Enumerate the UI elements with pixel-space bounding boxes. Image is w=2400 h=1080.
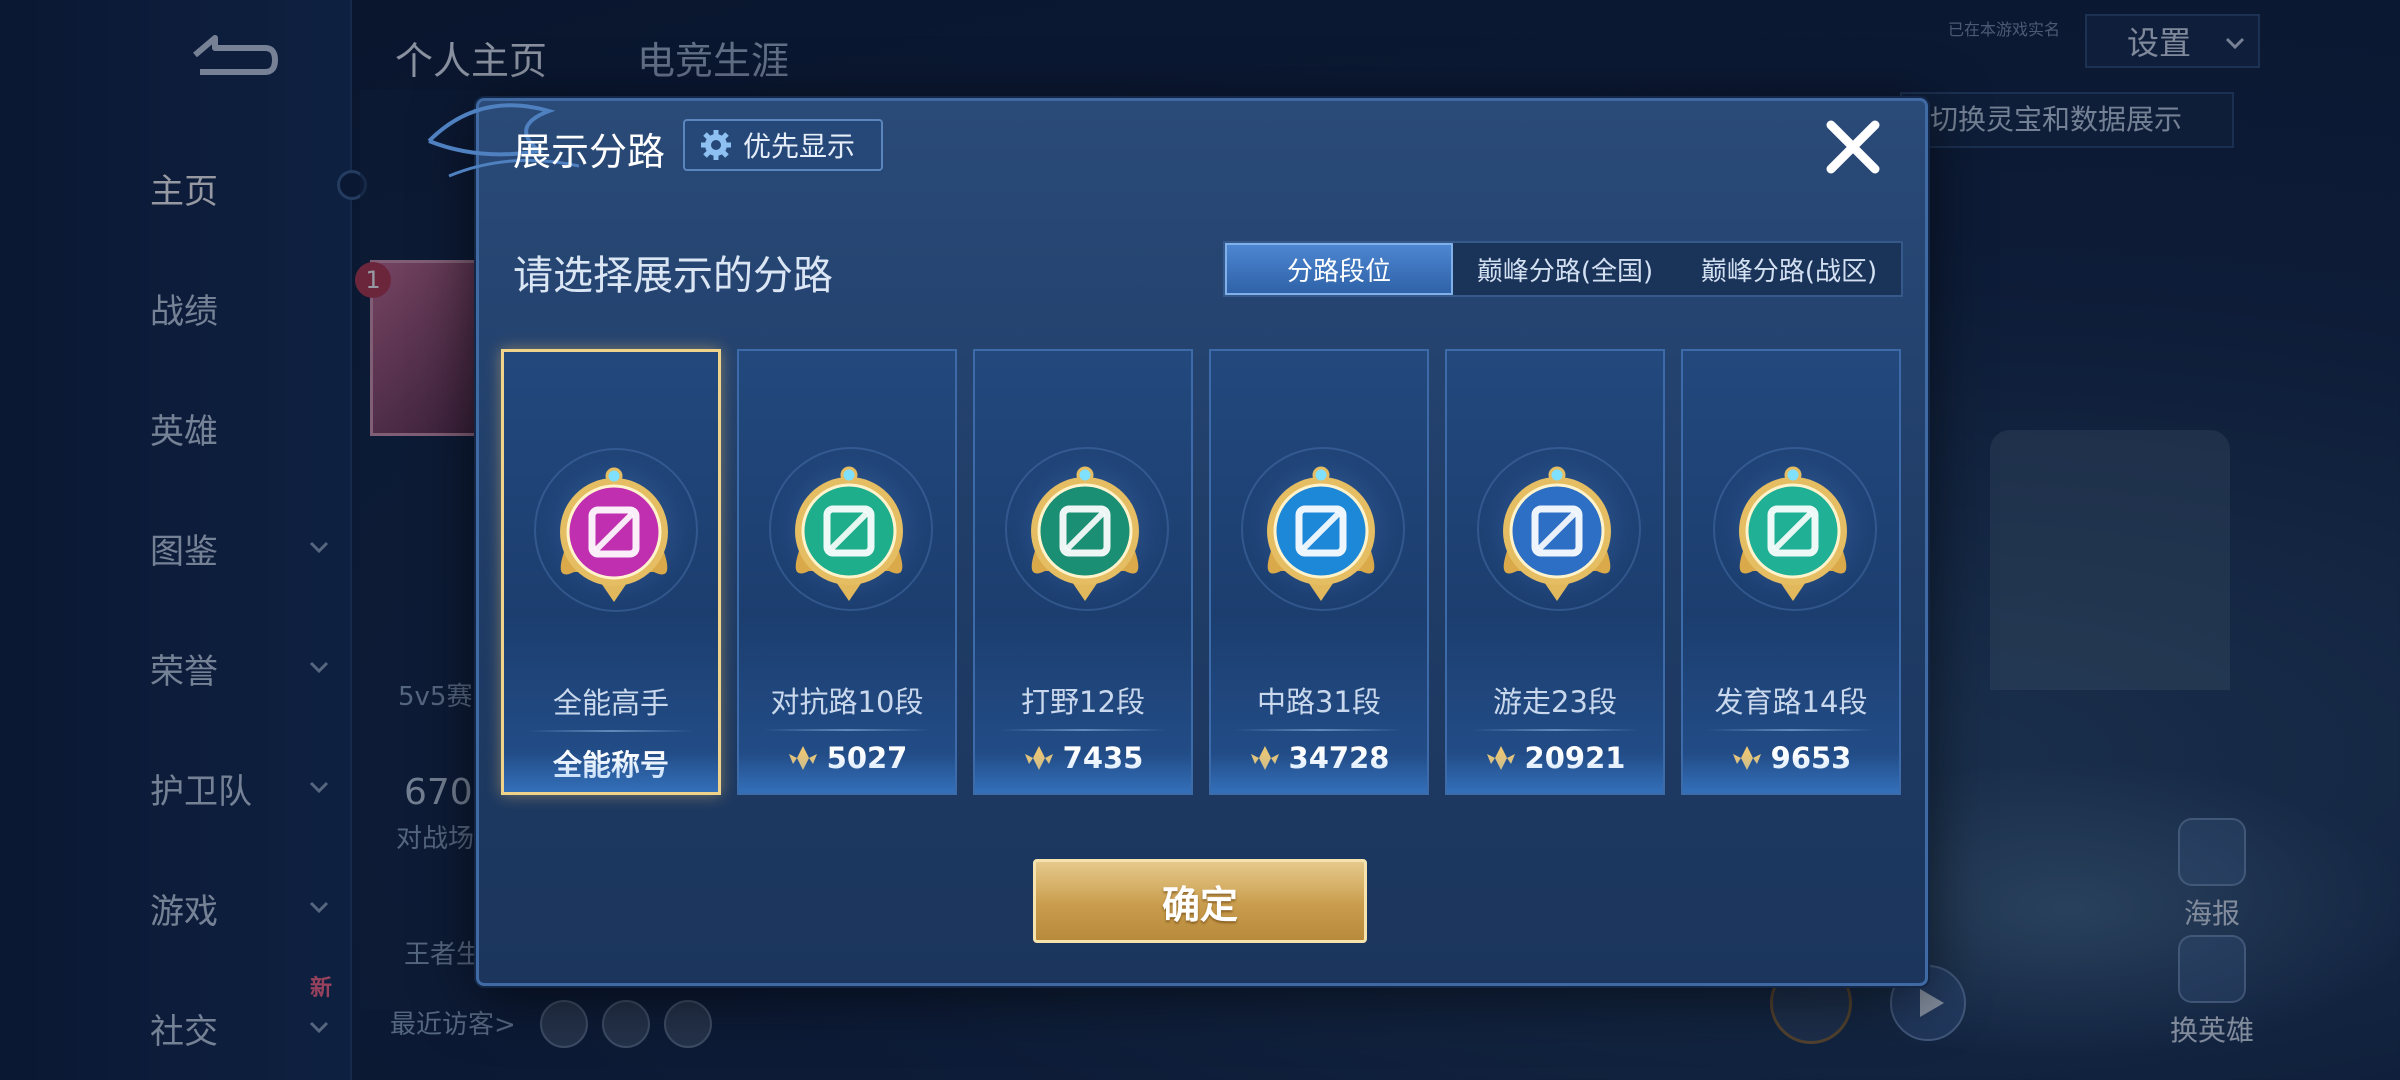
lane-type-tabs: 分路段位 巅峰分路(全国) 巅峰分路(战区) (1223, 241, 1903, 297)
lane-rank-label: 对抗路10段 (770, 685, 924, 719)
card-glow (1683, 753, 1899, 793)
card-divider (763, 729, 931, 731)
lane-card[interactable]: 对抗路10段 5027 (737, 349, 957, 795)
priority-display-label: 优先显示 (743, 130, 856, 163)
gear-icon (701, 130, 731, 160)
card-divider (1707, 729, 1875, 731)
lane-card[interactable]: 全能高手 全能称号 (501, 349, 721, 795)
lane-select-subtitle: 请选择展示的分路 (513, 253, 833, 299)
card-glow (504, 752, 718, 792)
card-divider (999, 729, 1167, 731)
farm-lane-badge-icon (1739, 466, 1847, 601)
card-glow (975, 753, 1191, 793)
lane-rank-label: 中路31段 (1257, 685, 1381, 719)
mid-lane-badge-icon (1267, 466, 1375, 601)
card-divider (1235, 729, 1403, 731)
card-divider (1471, 729, 1639, 731)
tab-peak-lane-region[interactable]: 巅峰分路(战区) (1677, 243, 1901, 295)
lane-display-modal: 展示分路 优先显示 请选择展示的分路 分路段位 巅峰分路(全国) 巅峰分路(战区… (427, 98, 1928, 986)
tab-lane-rank[interactable]: 分路段位 (1225, 243, 1453, 295)
lane-rank-label: 打野12段 (1021, 685, 1145, 719)
lane-rank-label: 发育路14段 (1714, 685, 1868, 719)
clash-lane-badge-icon (795, 466, 903, 601)
card-glow (1211, 753, 1427, 793)
roam-badge-icon (1503, 466, 1611, 601)
lane-card[interactable]: 中路31段 34728 (1209, 349, 1429, 795)
card-divider (528, 730, 694, 732)
confirm-button[interactable]: 确定 (1033, 859, 1367, 943)
card-glow (1447, 753, 1663, 793)
lane-card[interactable]: 打野12段 7435 (973, 349, 1193, 795)
card-glow (739, 753, 955, 793)
close-icon[interactable] (1821, 115, 1885, 179)
lane-card[interactable]: 发育路14段 9653 (1681, 349, 1901, 795)
priority-display-button[interactable]: 优先显示 (683, 119, 883, 171)
allround-badge-icon (560, 467, 668, 602)
lane-card[interactable]: 游走23段 20921 (1445, 349, 1665, 795)
tab-peak-lane-national[interactable]: 巅峰分路(全国) (1453, 243, 1677, 295)
lane-rank-label: 游走23段 (1493, 685, 1617, 719)
lane-rank-label: 全能高手 (552, 686, 669, 720)
lane-card-list: 全能高手 全能称号 对抗路10段 5027 (501, 349, 1901, 795)
modal-title: 展示分路 (513, 130, 666, 174)
jungle-badge-icon (1031, 466, 1139, 601)
